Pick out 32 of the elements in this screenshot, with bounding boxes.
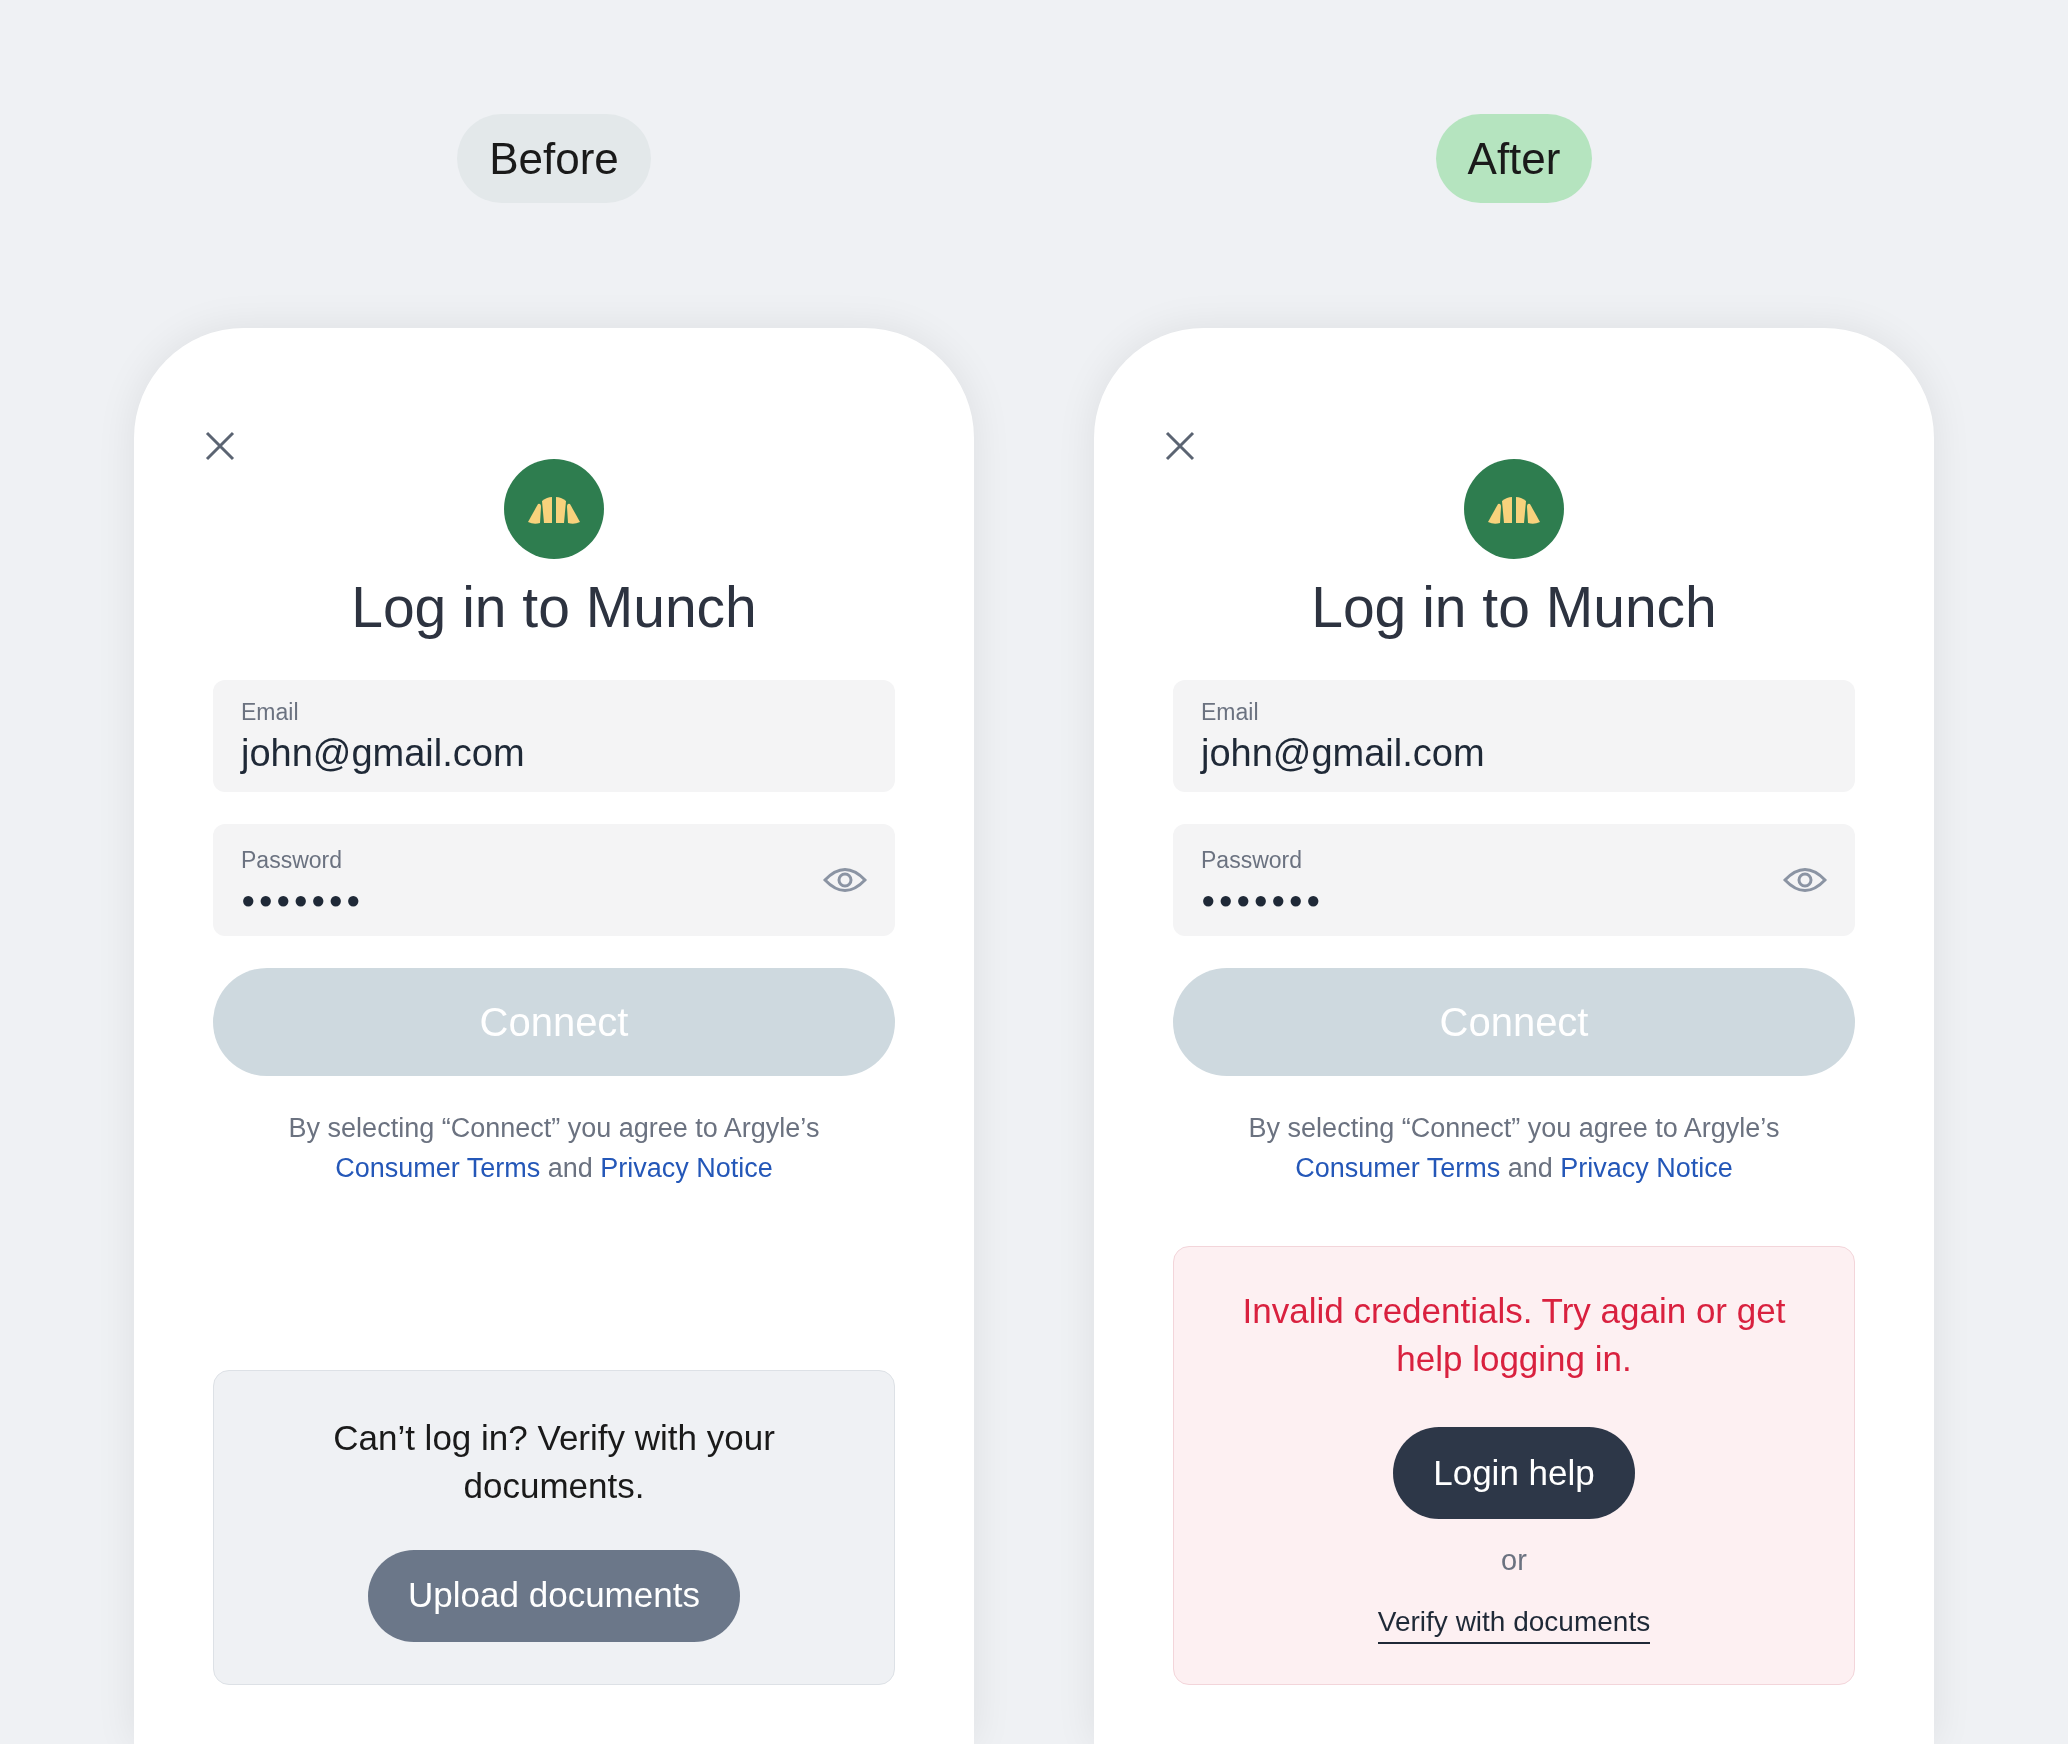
password-field[interactable]: Password ●●●●●●● bbox=[1173, 824, 1855, 937]
field-value: john@gmail.com bbox=[1201, 730, 1485, 776]
or-text: or bbox=[1501, 1542, 1527, 1578]
consumer-terms-link[interactable]: Consumer Terms bbox=[335, 1153, 541, 1184]
login-help-button[interactable]: Login help bbox=[1393, 1426, 1635, 1519]
field-label: Email bbox=[1201, 698, 1260, 728]
field-value: john@gmail.com bbox=[241, 730, 525, 776]
login-title: Log in to Munch bbox=[1310, 579, 1718, 637]
privacy-notice-link[interactable]: Privacy Notice bbox=[1560, 1153, 1733, 1184]
field-label: Password bbox=[241, 846, 343, 875]
email-field[interactable]: Email john@gmail.com bbox=[213, 680, 895, 793]
close-icon[interactable] bbox=[205, 431, 235, 462]
consumer-terms-link[interactable]: Consumer Terms bbox=[1295, 1153, 1501, 1184]
verify-documents-link[interactable]: Verify with documents bbox=[1377, 1602, 1651, 1645]
error-message: Invalid credentials. Try again or get help logging in. bbox=[1241, 1289, 1787, 1380]
password-field[interactable]: Password ●●●●●●● bbox=[213, 824, 895, 937]
terms-text: By selecting “Connect” you agree to Argyle’s Consumer Terms and Privacy Notice bbox=[287, 1112, 821, 1186]
terms-text: By selecting “Connect” you agree to Argyle’s Consumer Terms and Privacy Notice bbox=[1247, 1112, 1781, 1186]
label-badge: Before bbox=[457, 114, 651, 204]
close-icon[interactable] bbox=[1165, 431, 1195, 462]
field-value: ●●●●●●● bbox=[241, 884, 364, 915]
email-field[interactable]: Email john@gmail.com bbox=[1173, 680, 1855, 793]
upload-documents-button[interactable]: Upload documents bbox=[368, 1549, 740, 1642]
field-label: Email bbox=[241, 698, 300, 728]
field-value: ●●●●●●● bbox=[1201, 884, 1324, 915]
verify-message: Can’t log in? Verify with your documents. bbox=[332, 1416, 776, 1507]
label-badge: After bbox=[1435, 114, 1593, 204]
croissant-logo-icon bbox=[1464, 459, 1564, 560]
field-label: Password bbox=[1201, 846, 1303, 875]
login-title: Log in to Munch bbox=[350, 579, 758, 637]
croissant-logo-icon bbox=[504, 459, 604, 560]
privacy-notice-link[interactable]: Privacy Notice bbox=[600, 1153, 773, 1184]
